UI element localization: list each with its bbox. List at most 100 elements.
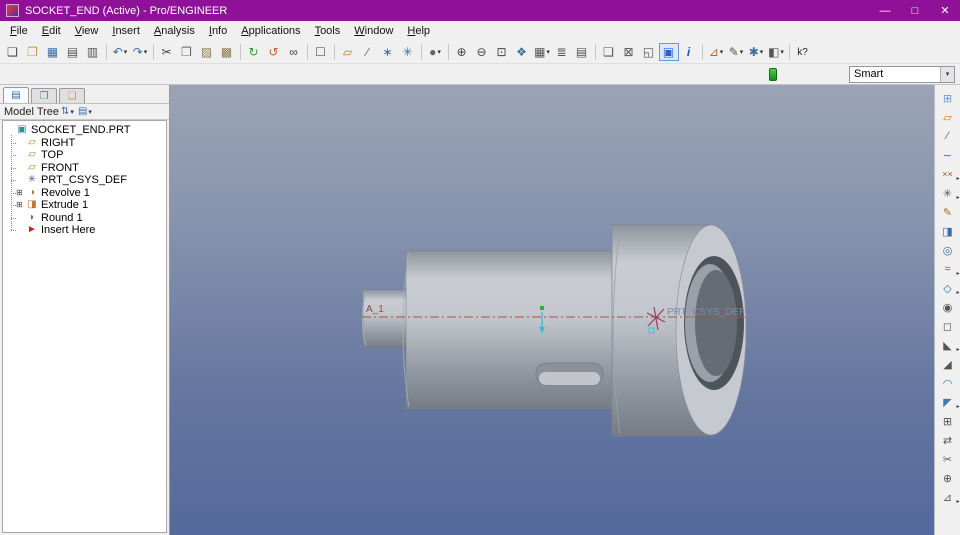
datum-csys-display-icon[interactable]: ✳ [398,43,418,61]
menu-item[interactable]: Window [347,23,400,39]
tree-item-round-1[interactable]: ◗ Round 1 [3,212,166,225]
undo-icon[interactable]: ↶ ▾ [110,43,130,61]
menu-item[interactable]: Edit [35,23,68,39]
draft-icon[interactable]: ◢ [938,356,958,372]
tree-item-revolve-1[interactable]: ⊞ ◑ Revolve 1 [3,187,166,200]
tree-item-insert-here[interactable]: ► Insert Here [3,224,166,237]
window-tile-icon[interactable]: ⊞ [938,90,958,106]
layers-icon[interactable]: ≣ [552,43,572,61]
save-icon[interactable]: ▦ [43,43,63,61]
datum-point-display-icon[interactable]: ∗ [378,43,398,61]
copy-icon[interactable]: ❒ [177,43,197,61]
csys-label[interactable]: PRT_CSYS_DEF [667,307,745,318]
axis-label[interactable]: A_1 [366,304,384,315]
model-setup-icon[interactable]: ✱ ▾ [746,43,766,61]
trim-icon[interactable]: ✂ [938,451,958,467]
expand-icon[interactable]: ⊞ [16,199,26,211]
measure-icon[interactable]: ⊿ ▾ [706,43,726,61]
minimize-button[interactable]: — [870,0,900,21]
revolve-icon[interactable]: ◎ [938,242,958,258]
view-manager-icon[interactable]: ▤ [572,43,592,61]
folder-browser-tab[interactable]: ❏ [59,88,85,103]
project-icon[interactable]: ⊿ ▸ [938,489,960,506]
tree-item-right[interactable]: ▱ RIGHT [3,137,166,150]
rib-icon[interactable]: ◣ ▸ [938,337,959,354]
shell-icon[interactable]: ◻ [938,318,958,334]
chamfer-icon[interactable]: ◤ ▸ [938,394,959,411]
close-button[interactable]: ✕ [930,0,960,21]
flyout-arrow-icon: ▸ [956,195,960,201]
selection-filter-combo[interactable]: Smart ▾ [849,65,955,83]
tree-item-socket-end-prt[interactable]: ▣ SOCKET_END.PRT [3,124,166,137]
cut-icon[interactable]: ✂ [157,43,177,61]
model-tree-tab[interactable]: ▤ [3,87,29,103]
menu-item[interactable]: Analysis [147,23,202,39]
hole-icon[interactable]: ◉ [938,299,958,315]
tree-item-front[interactable]: ▱ FRONT [3,162,166,175]
selection-buffer-icon[interactable]: ☐ [311,43,331,61]
datum-axis-display-icon[interactable]: ∕ [358,43,378,61]
model-info-icon[interactable]: i [679,43,699,61]
find-icon[interactable]: ∞ [284,43,304,61]
tree-item-prt-csys-def[interactable]: ✳ PRT_CSYS_DEF [3,174,166,187]
open-file-icon[interactable]: ❐ [23,43,43,61]
menu-item[interactable]: Tools [308,23,348,39]
new-window-icon[interactable]: ❏ [599,43,619,61]
layer-tree-tab[interactable]: ❐ [31,88,57,103]
expand-icon[interactable]: ⊞ [16,187,26,199]
menu-item[interactable]: File [3,23,35,39]
menu-item[interactable]: Insert [105,23,147,39]
regen-status-icon[interactable] [769,67,777,81]
pattern-icon[interactable]: ⊞ [938,413,958,429]
zoom-out-icon[interactable]: ⊖ [472,43,492,61]
extrude-icon[interactable]: ◨ [938,223,958,239]
regenerate-icon[interactable]: ↻ [244,43,264,61]
tree-settings-button[interactable]: ▤ ▾ [76,106,94,117]
feature-glyph: ◨ [942,225,953,238]
sketch-tool-icon[interactable]: ✎ [938,204,958,220]
titlebar[interactable]: SOCKET_END (Active) - Pro/ENGINEER — □ ✕ [0,0,960,21]
datum-plane-display-icon[interactable]: ▱ [338,43,358,61]
saved-views-icon[interactable]: ▦ ▾ [532,43,552,61]
paste-special-icon[interactable]: ▩ [217,43,237,61]
redo-icon[interactable]: ↷ ▾ [130,43,150,61]
tree-show-button[interactable]: ⇅ ▾ [59,106,76,117]
coordinate-system-icon[interactable]: ✳ ▸ [938,185,960,202]
blend-icon[interactable]: ◇ ▸ [938,280,959,297]
mirror-icon[interactable]: ⇄ [938,432,958,448]
refit-icon[interactable]: ⊡ [492,43,512,61]
print-icon[interactable]: ▤ [63,43,83,61]
active-window-icon[interactable]: ▣ [659,43,679,61]
menu-item[interactable]: View [68,23,106,39]
chevron-down-icon[interactable]: ▾ [940,66,954,82]
graphics-viewport[interactable]: A_1 PRT_CSYS_DEF [170,85,934,535]
tree-item-top[interactable]: ▱ TOP [3,149,166,162]
menu-item[interactable]: Help [400,23,437,39]
tree-item-extrude-1[interactable]: ⊞ ◨ Extrude 1 [3,199,166,212]
tree-item-icon: ✳ [27,174,37,186]
close-window-icon[interactable]: ⊠ [619,43,639,61]
datum-curve-icon[interactable]: ∼ [938,147,958,163]
datum-axis-icon[interactable]: ∕ [938,128,958,144]
repaint-icon[interactable]: ❖ [512,43,532,61]
round-icon[interactable]: ◠ [938,375,958,391]
model-view-svg[interactable]: A_1 PRT_CSYS_DEF [170,85,934,535]
datum-point-icon[interactable]: ×× ▸ [938,166,959,182]
new-file-icon[interactable]: ❏ [3,43,23,61]
print-preview-icon[interactable]: ▥ [83,43,103,61]
datum-plane-icon[interactable]: ▱ [938,109,958,125]
regen-manager-icon[interactable]: ↺ [264,43,284,61]
utilities-icon[interactable]: ◧ ▾ [766,43,786,61]
display-style-icon[interactable]: ● ▾ [425,43,445,61]
merge-icon[interactable]: ⊕ [938,470,958,486]
maximize-button[interactable]: □ [900,0,930,21]
open-system-window-icon[interactable]: ◱ [639,43,659,61]
model-socket-end[interactable] [361,224,747,437]
zoom-in-icon[interactable]: ⊕ [452,43,472,61]
sweep-icon[interactable]: ≈ ▸ [938,261,959,277]
menu-item[interactable]: Applications [234,23,307,39]
menu-item[interactable]: Info [202,23,234,39]
annotate-icon[interactable]: ✎ ▾ [726,43,746,61]
context-help-icon[interactable]: k? [793,43,813,61]
paste-icon[interactable]: ▨ [197,43,217,61]
